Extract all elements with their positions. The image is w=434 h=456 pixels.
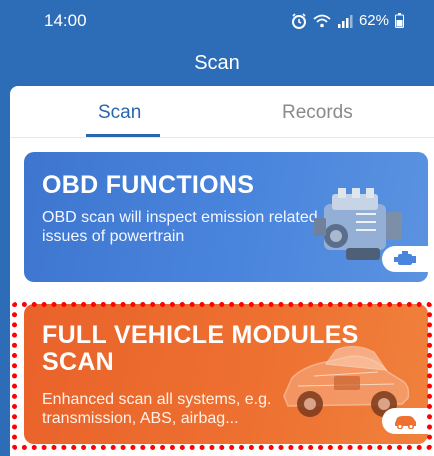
card-title: OBD FUNCTIONS [42,171,255,199]
status-time: 14:00 [44,11,87,30]
page-title: Scan [194,52,240,74]
full-vehicle-scan-card[interactable]: FULL VEHICLE MODULES SCAN Enhanced scan … [24,304,428,444]
status-icons: 62% [291,12,404,29]
tab-bar: Scan Records [10,86,434,142]
car-badge [382,408,428,434]
app-bar: Scan [0,40,434,86]
status-bar: 14:00 62% [0,0,434,40]
battery-percent: 62% [358,12,389,29]
card-description: OBD scan will inspect emission related i… [42,209,318,245]
engine-badge [382,246,428,272]
battery-icon [395,13,404,28]
main-content: Scan Records OBD FUNCTIONS OBD scan will… [10,86,434,456]
tab-divider [10,137,434,138]
engine-icon [394,251,416,265]
wifi-icon [313,14,331,27]
alarm-icon [291,12,306,29]
obd-functions-card[interactable]: OBD FUNCTIONS OBD scan will inspect emis… [24,152,428,282]
tab-records[interactable]: Records [282,102,353,124]
signal-icon [337,14,353,28]
car-icon [395,416,416,429]
tab-scan[interactable]: Scan [98,102,141,124]
